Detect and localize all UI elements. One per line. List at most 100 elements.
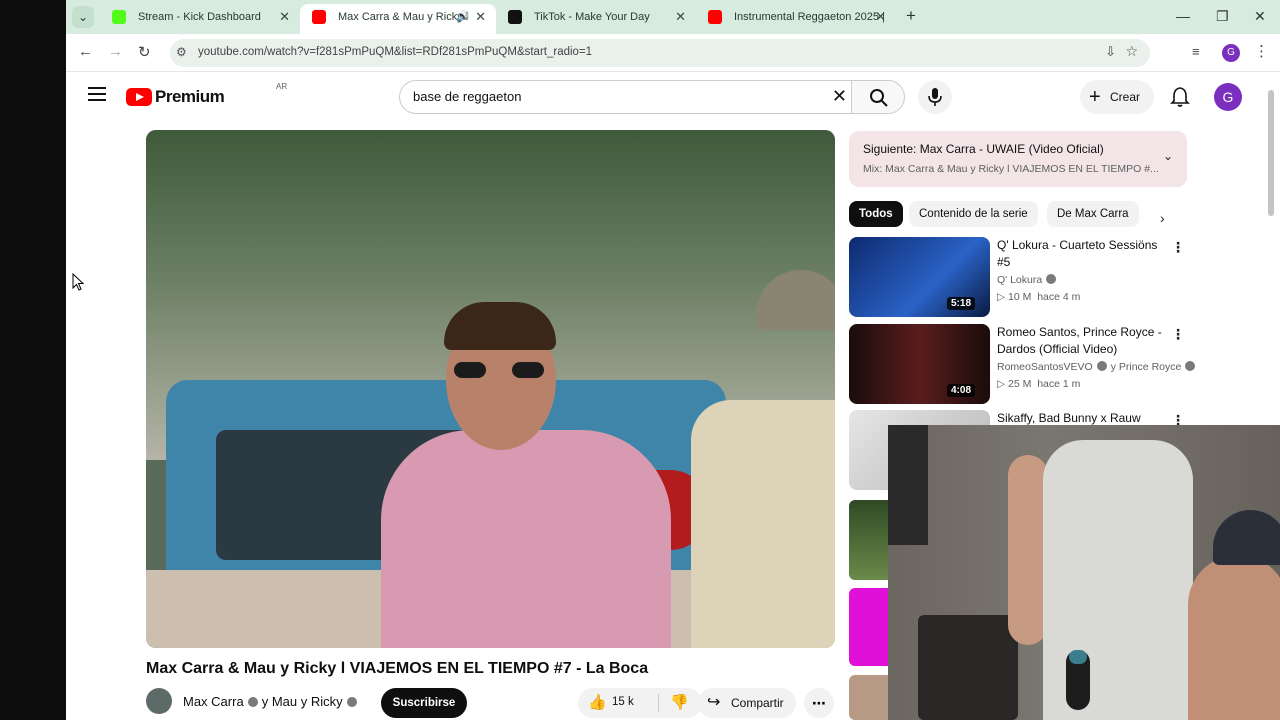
share-icon: ↪ — [707, 694, 721, 711]
more-vertical-icon[interactable]: ⋮ — [1171, 239, 1185, 256]
video-frame — [691, 400, 835, 648]
chevron-down-icon[interactable]: ⌄ — [1163, 149, 1173, 163]
reload-icon[interactable]: ↻ — [138, 43, 151, 61]
recommendation-channel[interactable]: Q' Lokura — [997, 274, 1060, 286]
playlist-panel[interactable]: Siguiente: Max Carra - UWAIE (Video Ofic… — [849, 131, 1187, 187]
tab-title: Max Carra & Mau y Ricky l — [338, 11, 469, 23]
more-actions-button[interactable]: ⋯ — [804, 688, 834, 718]
media-control-icon[interactable]: ≡ — [1192, 44, 1200, 59]
tab-youtube-active[interactable]: Max Carra & Mau y Ricky l 🔊 ✕ — [300, 4, 496, 34]
recommendation-title[interactable]: Q' Lokura - Cuarteto Sessiöns #5 — [997, 237, 1167, 271]
video-frame — [381, 430, 671, 648]
tab-instrumental[interactable]: Instrumental Reggaeton 2025 | ✕ — [696, 4, 896, 34]
tab-strip: ⌄ Stream - Kick Dashboard ✕ Max Carra & … — [66, 0, 1280, 34]
collab-channel[interactable]: Mau y Ricky — [272, 694, 343, 709]
desktop-background — [0, 0, 66, 720]
toolbar: ← → ↻ ⚙ youtube.com/watch?v=f281sPmPuQM&… — [66, 34, 1280, 72]
video-frame — [454, 362, 546, 378]
video-frame — [444, 302, 556, 350]
screen: ⌄ Stream - Kick Dashboard ✕ Max Carra & … — [0, 0, 1280, 720]
logo-text: Premium — [155, 87, 225, 106]
youtube-icon — [312, 10, 326, 24]
webcam-frame — [888, 425, 928, 545]
channel-avatar[interactable] — [146, 688, 172, 714]
close-icon[interactable]: ✕ — [875, 4, 886, 30]
recommendation-title[interactable]: Romeo Santos, Prince Royce - Dardos (Off… — [997, 324, 1167, 358]
search-input[interactable]: base de reggaeton ✕ — [399, 80, 851, 114]
account-avatar[interactable]: G — [1214, 83, 1242, 111]
microphone-icon — [928, 88, 942, 106]
star-icon[interactable]: ☆ — [1125, 43, 1138, 60]
address-bar[interactable]: ⚙ youtube.com/watch?v=f281sPmPuQM&list=R… — [170, 39, 1150, 67]
search-query[interactable]: base de reggaeton — [413, 89, 521, 104]
chip-todos[interactable]: Todos — [849, 201, 903, 227]
filter-chips: Todos Contenido de la serie De Max Carra — [849, 201, 1179, 227]
tab-tiktok[interactable]: TikTok - Make Your Day ✕ — [496, 4, 696, 34]
profile-avatar[interactable]: G — [1222, 44, 1240, 62]
more-vertical-icon[interactable]: ⋮ — [1171, 326, 1185, 343]
clear-icon[interactable]: ✕ — [832, 86, 847, 107]
more-horizontal-icon: ⋯ — [812, 695, 826, 711]
close-icon[interactable]: ✕ — [675, 4, 686, 30]
tab-search-button[interactable]: ⌄ — [72, 6, 94, 28]
tab-kick[interactable]: Stream - Kick Dashboard ✕ — [100, 4, 300, 34]
install-icon[interactable]: ⇩ — [1105, 44, 1116, 60]
new-tab-plus-icon[interactable]: + — [906, 6, 916, 26]
duration-badge: 5:18 — [947, 297, 976, 310]
tab-title: Stream - Kick Dashboard — [138, 11, 261, 23]
recommendation-channel[interactable]: RomeoSantosVEVO y Prince Royce — [997, 361, 1199, 373]
chevron-right-icon[interactable]: › — [1160, 210, 1165, 226]
recommendation-meta: ▷ 10 M hace 4 m — [997, 291, 1081, 303]
minimize-icon[interactable]: — — [1176, 8, 1190, 24]
chevron-down-icon: ⌄ — [77, 10, 89, 24]
chip-channel[interactable]: De Max Carra — [1047, 201, 1139, 227]
create-label: Crear — [1110, 90, 1141, 104]
youtube-icon — [708, 10, 722, 24]
verified-icon — [1096, 361, 1107, 371]
arrow-left-icon[interactable]: ← — [78, 43, 93, 60]
tab-title: Instrumental Reggaeton 2025 | — [734, 11, 885, 23]
video-thumbnail[interactable] — [849, 675, 889, 720]
recommendation-item[interactable]: 4:08 Romeo Santos, Prince Royce - Dardos… — [849, 324, 1196, 406]
voice-search-button[interactable] — [918, 80, 952, 114]
kick-icon — [112, 10, 126, 24]
video-thumbnail[interactable] — [849, 588, 889, 666]
recommendation-item[interactable]: 5:18 Q' Lokura - Cuarteto Sessiöns #5 Q'… — [849, 237, 1189, 319]
verified-icon — [1185, 361, 1196, 371]
scrollbar-thumb[interactable] — [1268, 90, 1274, 216]
more-vertical-icon[interactable]: ⋮ — [1254, 42, 1269, 60]
tab-title: TikTok - Make Your Day — [534, 11, 650, 23]
video-thumbnail[interactable] — [849, 500, 889, 580]
verified-icon — [247, 697, 258, 707]
channel-link[interactable]: Max Carra — [183, 694, 244, 709]
close-icon[interactable]: ✕ — [279, 4, 290, 30]
chip-series[interactable]: Contenido de la serie — [909, 201, 1038, 227]
youtube-header: Premium AR base de reggaeton ✕ + Crear G — [66, 72, 1280, 122]
youtube-play-icon — [126, 88, 152, 106]
divider — [658, 694, 659, 712]
url-text[interactable]: youtube.com/watch?v=f281sPmPuQM&list=RDf… — [198, 46, 592, 58]
window-close-icon[interactable]: ✕ — [1254, 8, 1266, 25]
speaker-icon[interactable]: 🔊 — [456, 4, 470, 30]
create-button[interactable]: + Crear — [1080, 80, 1154, 114]
close-icon[interactable]: ✕ — [475, 4, 486, 30]
duration-badge: 4:08 — [947, 384, 976, 397]
next-video-label: Siguiente: Max Carra - UWAIE (Video Ofic… — [863, 142, 1104, 156]
restore-icon[interactable]: ❐ — [1216, 8, 1229, 25]
subscribe-button[interactable]: Suscribirse — [381, 688, 467, 718]
site-info-icon[interactable]: ⚙ — [176, 45, 187, 59]
video-player[interactable] — [146, 130, 835, 648]
tiktok-icon — [508, 10, 522, 24]
thumbs-down-icon[interactable]: 👎 — [670, 693, 689, 711]
search-button[interactable] — [851, 80, 905, 114]
arrow-right-icon[interactable]: → — [108, 43, 123, 60]
like-count[interactable]: 15 k — [612, 696, 634, 708]
share-button[interactable]: ↪ Compartir — [698, 688, 796, 718]
webcam-frame — [1008, 455, 1048, 645]
hamburger-menu-icon[interactable] — [88, 87, 106, 101]
video-title: Max Carra & Mau y Ricky l VIAJEMOS EN EL… — [146, 660, 649, 677]
webcam-overlay — [888, 425, 1280, 720]
bell-icon[interactable] — [1169, 86, 1191, 108]
thumbs-up-icon[interactable]: 👍 — [588, 693, 607, 711]
channel-name[interactable]: Max Carra y Mau y Ricky — [183, 694, 361, 709]
